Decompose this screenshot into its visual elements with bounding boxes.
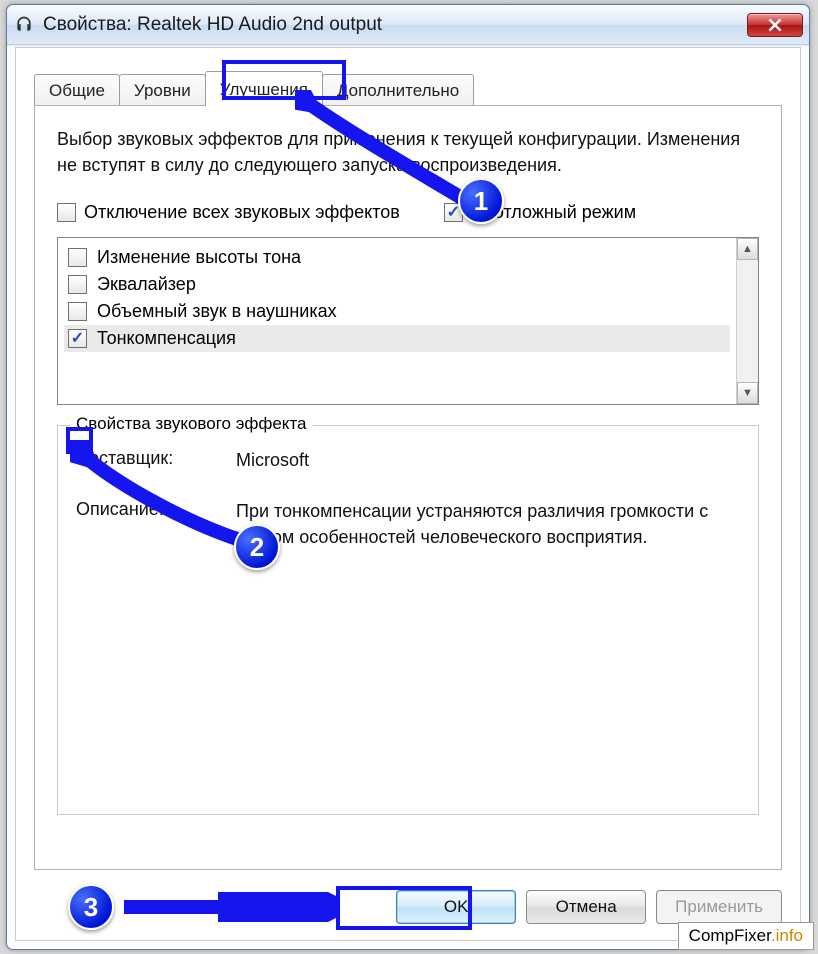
provider-row: Поставщик: Microsoft [76,448,740,473]
effects-listbox[interactable]: Изменение высоты тона Эквалайзер Объемны… [57,237,759,405]
checkbox-icon[interactable] [68,302,87,321]
checkbox-icon[interactable] [68,248,87,267]
headphones-icon [13,14,35,36]
annotation-step-2: 2 [234,524,280,570]
apply-button[interactable]: Применить [656,890,782,924]
effect-label: Тонкомпенсация [97,328,236,349]
tab-levels[interactable]: Уровни [119,74,206,107]
scroll-up-button[interactable]: ▲ [737,238,758,260]
tab-advanced[interactable]: Дополнительно [322,74,474,107]
effects-items: Изменение высоты тона Эквалайзер Объемны… [58,238,736,404]
disable-all-label: Отключение всех звуковых эффектов [84,202,400,223]
scroll-down-button[interactable]: ▼ [737,382,758,404]
listbox-scrollbar[interactable]: ▲ ▼ [736,238,758,404]
checkbox-icon[interactable] [68,275,87,294]
description-row: Описание: При тонкомпенсации устраняются… [76,499,740,549]
panel-description: Выбор звуковых эффектов для применения к… [57,126,759,178]
effect-item-loudness-equalization[interactable]: Тонкомпенсация [64,325,730,352]
annotation-step-3: 3 [68,884,114,930]
description-value: При тонкомпенсации устраняются различия … [236,499,740,549]
effect-item-pitch[interactable]: Изменение высоты тона [64,244,730,271]
watermark-part2: .info [771,926,803,945]
cancel-button[interactable]: Отмена [526,890,646,924]
properties-window: Свойства: Realtek HD Audio 2nd output Об… [6,4,810,950]
enhancements-panel: Выбор звуковых эффектов для применения к… [34,105,782,870]
annotation-step-1: 1 [458,178,504,224]
watermark-part1: CompFixer [689,926,771,945]
ok-button[interactable]: OK [396,890,516,924]
disable-all-effects-checkbox[interactable]: Отключение всех звуковых эффектов [57,202,400,223]
effect-item-equalizer[interactable]: Эквалайзер [64,271,730,298]
options-row: Отключение всех звуковых эффектов Неотло… [57,202,759,223]
provider-value: Microsoft [236,448,740,473]
watermark: CompFixer.info [678,922,814,950]
tab-strip: Общие Уровни Улучшения Дополнительно [16,48,800,106]
effect-label: Объемный звук в наушниках [97,301,337,322]
effect-label: Эквалайзер [97,274,196,295]
effect-item-headphone-surround[interactable]: Объемный звук в наушниках [64,298,730,325]
tab-enhancements[interactable]: Улучшения [205,71,323,106]
effect-label: Изменение высоты тона [97,247,301,268]
group-legend: Свойства звукового эффекта [70,414,313,434]
checkbox-icon[interactable] [68,329,87,348]
client-area: Общие Уровни Улучшения Дополнительно Выб… [15,47,801,941]
provider-label: Поставщик: [76,448,236,473]
checkbox-icon [57,203,76,222]
effect-properties-group: Свойства звукового эффекта Поставщик: Mi… [57,425,759,815]
dialog-buttons: OK Отмена Применить [396,890,782,924]
description-label: Описание: [76,499,236,549]
titlebar[interactable]: Свойства: Realtek HD Audio 2nd output [7,5,809,45]
window-title: Свойства: Realtek HD Audio 2nd output [43,14,747,36]
tab-general[interactable]: Общие [34,74,120,107]
close-button[interactable] [747,13,803,37]
